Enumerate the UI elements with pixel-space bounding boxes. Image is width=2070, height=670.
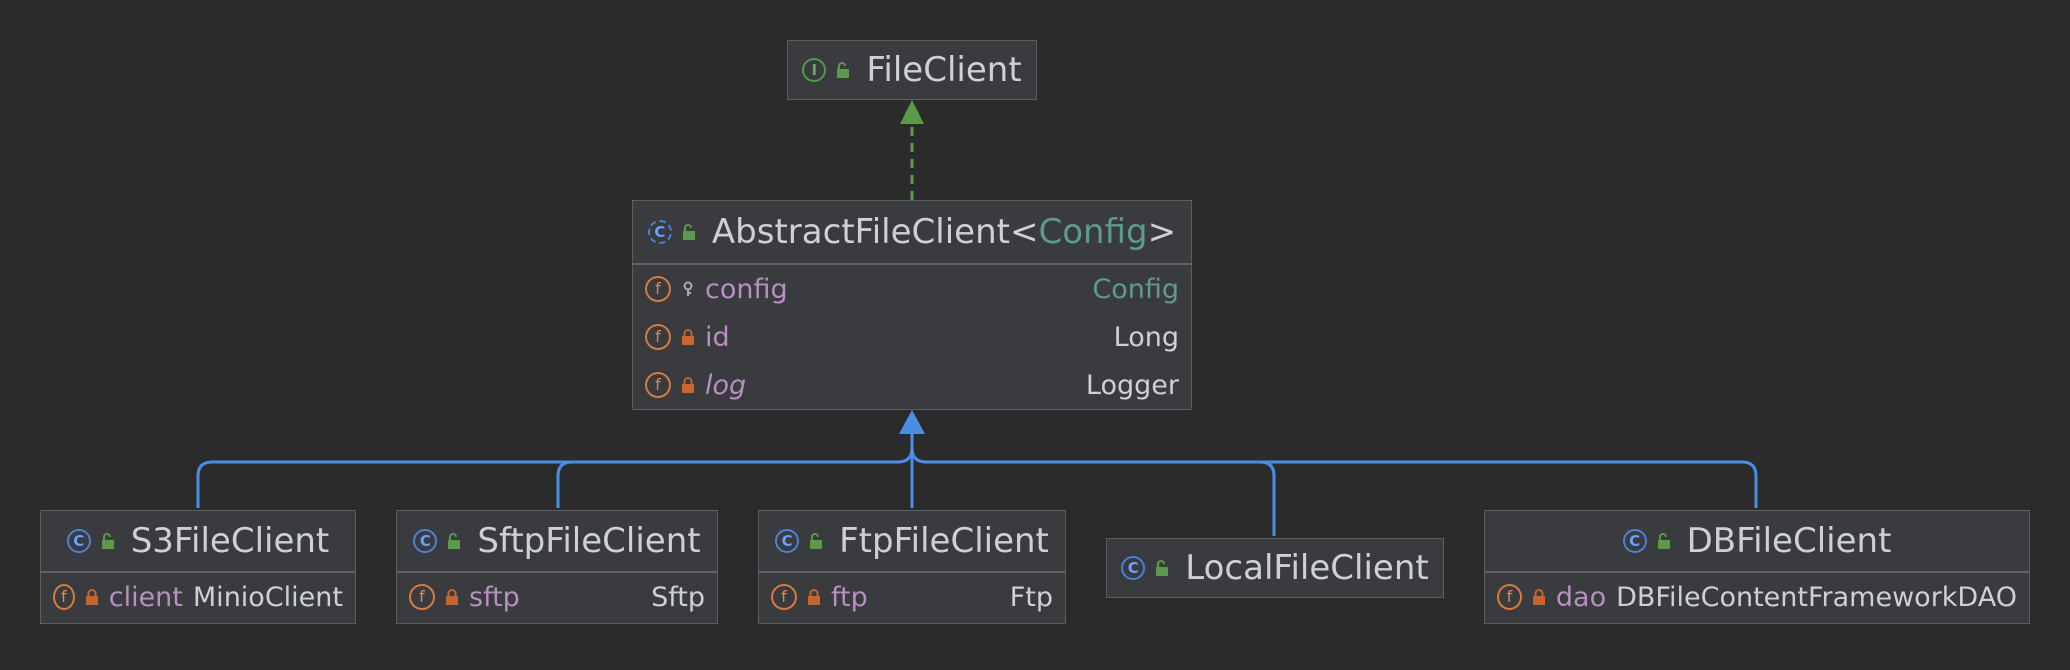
field-name: ftp xyxy=(831,581,868,613)
field-name: sftp xyxy=(469,581,520,613)
abstract-class-icon: C xyxy=(647,220,672,244)
class-name: S3FileClient xyxy=(130,521,330,561)
node-header: C AbstractFileClient<Config> xyxy=(633,201,1191,265)
class-node-s3fileclient[interactable]: C S3FileClient f client MinioClient xyxy=(40,510,356,624)
node-header: C LocalFileClient xyxy=(1107,539,1443,597)
class-node-abstractfileclient[interactable]: C AbstractFileClient<Config> f config Co… xyxy=(632,200,1192,410)
field-name: client xyxy=(108,581,183,613)
node-header: C S3FileClient xyxy=(41,511,355,573)
public-unlock-icon xyxy=(1657,533,1671,549)
field-type: MinioClient xyxy=(192,581,343,613)
field-row-id[interactable]: f id Long xyxy=(633,313,1191,361)
node-header: C SftpFileClient xyxy=(397,511,717,573)
field-type: Config xyxy=(1092,273,1179,305)
class-icon: C xyxy=(775,529,800,553)
public-unlock-icon xyxy=(809,533,823,549)
private-lock-icon xyxy=(85,589,99,605)
node-header: C FtpFileClient xyxy=(759,511,1065,573)
field-type: Ftp xyxy=(1009,581,1053,613)
field-icon: f xyxy=(645,276,671,302)
class-name: SftpFileClient xyxy=(477,521,701,561)
class-name: DBFileClient xyxy=(1686,521,1892,561)
field-type: DBFileContentFrameworkDAO xyxy=(1616,581,2017,613)
protected-key-icon xyxy=(681,281,695,297)
private-lock-icon xyxy=(681,377,695,393)
class-name: LocalFileClient xyxy=(1185,548,1429,588)
class-icon: C xyxy=(1121,556,1146,580)
public-unlock-icon xyxy=(836,62,850,78)
extends-edge-sftp xyxy=(556,460,573,508)
field-name: log xyxy=(705,369,747,401)
field-icon: f xyxy=(771,584,797,610)
node-header: I FileClient xyxy=(788,41,1036,99)
field-icon: f xyxy=(53,584,75,610)
field-row-sftp[interactable]: f sftp Sftp xyxy=(397,573,717,621)
public-unlock-icon xyxy=(682,224,696,240)
class-node-dbfileclient[interactable]: C DBFileClient f dao DBFileContentFramew… xyxy=(1484,510,2030,624)
public-unlock-icon xyxy=(447,533,461,549)
class-node-localfileclient[interactable]: C LocalFileClient xyxy=(1106,538,1444,598)
public-unlock-icon xyxy=(101,533,115,549)
field-icon: f xyxy=(645,324,671,350)
class-icon: C xyxy=(66,529,91,553)
field-type: Logger xyxy=(1085,369,1179,401)
field-row-config[interactable]: f config Config xyxy=(633,265,1191,313)
node-header: C DBFileClient xyxy=(1485,511,2029,573)
field-name: dao xyxy=(1555,581,1607,613)
extends-edge-db xyxy=(1260,460,1758,508)
class-icon: C xyxy=(1622,529,1647,553)
private-lock-icon xyxy=(807,589,821,605)
field-list: f config Config f id Long f log Logger xyxy=(633,265,1191,409)
field-icon: f xyxy=(645,372,671,398)
field-row-client[interactable]: f client MinioClient xyxy=(41,573,355,621)
private-lock-icon xyxy=(445,589,459,605)
class-node-ftpfileclient[interactable]: C FtpFileClient f ftp Ftp xyxy=(758,510,1066,624)
class-name: FtpFileClient xyxy=(839,521,1049,561)
private-lock-icon xyxy=(681,329,695,345)
field-type: Sftp xyxy=(651,581,705,613)
class-node-sftpfileclient[interactable]: C SftpFileClient f sftp Sftp xyxy=(396,510,718,624)
interface-icon: I xyxy=(802,58,827,82)
implements-arrowhead xyxy=(900,100,924,124)
extends-arrowhead xyxy=(899,410,925,434)
field-icon: f xyxy=(1497,584,1522,610)
class-icon: C xyxy=(413,529,438,553)
class-name: FileClient xyxy=(866,50,1022,90)
field-row-ftp[interactable]: f ftp Ftp xyxy=(759,573,1065,621)
interface-node-fileclient[interactable]: I FileClient xyxy=(787,40,1037,100)
field-row-log[interactable]: f log Logger xyxy=(633,361,1191,409)
extends-edge-s3 xyxy=(196,447,914,508)
field-icon: f xyxy=(409,584,435,610)
field-name: id xyxy=(705,321,730,353)
field-name: config xyxy=(705,273,788,305)
field-row-dao[interactable]: f dao DBFileContentFrameworkDAO xyxy=(1485,573,2029,621)
public-unlock-icon xyxy=(1155,560,1169,576)
class-name: AbstractFileClient<Config> xyxy=(711,212,1177,252)
private-lock-icon xyxy=(1532,589,1546,605)
field-type: Long xyxy=(1113,321,1179,353)
